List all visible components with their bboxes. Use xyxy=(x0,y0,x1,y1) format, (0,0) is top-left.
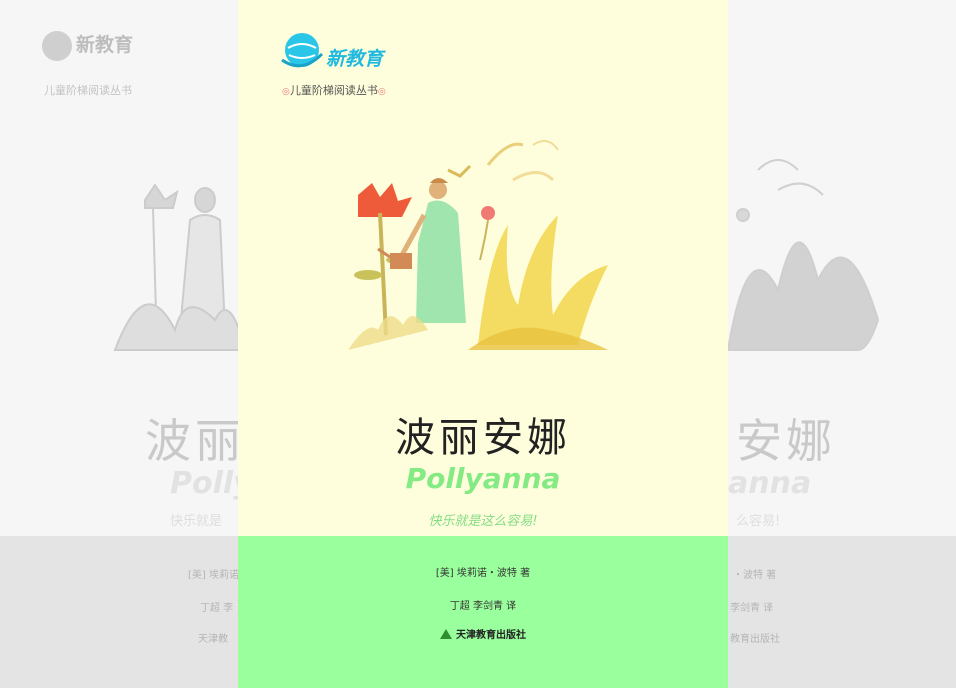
backdrop-author-left: [美] 埃莉诺 xyxy=(188,570,239,581)
series-dot-icon: ◎ xyxy=(282,87,290,97)
globe-logo-icon xyxy=(281,33,324,68)
backdrop-tag-left: 快乐就是 xyxy=(170,514,223,529)
translators-line: 丁超 李剑青 译 xyxy=(449,601,517,612)
backdrop-publisher-left: 天津教 xyxy=(198,634,228,645)
cover-illustration xyxy=(348,140,608,350)
backdrop-publisher-right: 教育出版社 xyxy=(730,634,780,645)
book-title-english: Pollyanna xyxy=(405,462,561,495)
series-text: 儿童阶梯阅读丛书 xyxy=(289,84,378,97)
publisher-logo: 新教育 xyxy=(280,30,400,76)
author-line: [美] 埃莉诺・波特 著 xyxy=(435,568,531,579)
backdrop-logo: 新教育 xyxy=(42,30,133,61)
backdrop-author-right: ・波特 著 xyxy=(733,570,777,581)
backdrop-translators-left: 丁超 李 xyxy=(200,603,234,614)
book-cover: 新教育 ◎儿童阶梯阅读丛书◎ 波丽安娜 Pollyanna 快乐就是这么容易! … xyxy=(238,0,728,688)
book-tagline: 快乐就是这么容易! xyxy=(428,514,538,529)
backdrop-illustration-left xyxy=(113,183,245,351)
backdrop-translators-right: 李剑青 译 xyxy=(730,603,774,614)
backdrop-series: 儿童阶梯阅读丛书 xyxy=(44,84,132,97)
publisher-triangle-icon xyxy=(440,629,452,639)
backdrop-illustration-right xyxy=(728,159,880,351)
publisher-name: 天津教育出版社 xyxy=(456,630,526,641)
backdrop-globe-icon xyxy=(42,30,72,61)
cover-bottom-band xyxy=(238,536,728,688)
logo-text: 新教育 xyxy=(326,48,384,70)
book-title: 波丽安娜 xyxy=(395,415,571,461)
backdrop-title-right: 安娜 xyxy=(736,414,836,468)
series-label: ◎儿童阶梯阅读丛书◎ xyxy=(282,82,386,98)
backdrop-en-right: anna xyxy=(728,466,812,501)
series-dot-icon: ◎ xyxy=(377,87,386,97)
publisher-line: 天津教育出版社 xyxy=(238,626,728,641)
backdrop-title-left: 波丽 xyxy=(145,414,245,468)
backdrop-tag-right: 么容易! xyxy=(736,514,781,529)
